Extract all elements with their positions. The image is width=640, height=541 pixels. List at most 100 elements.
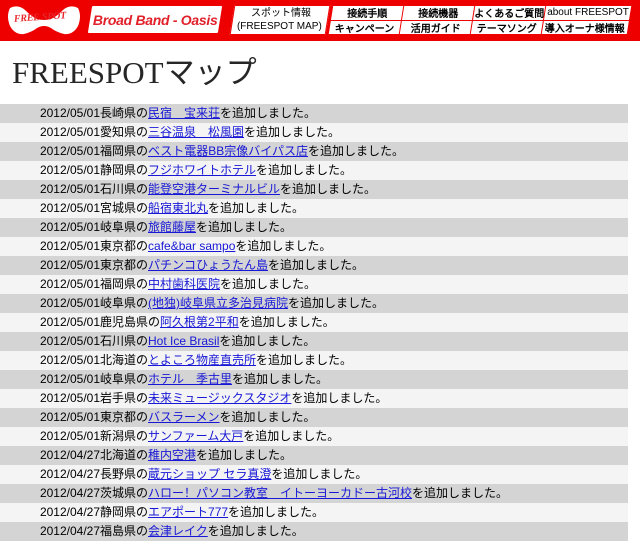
row-suffix: を追加しました。 (308, 144, 405, 158)
row-suffix: を追加しました。 (244, 125, 341, 139)
row-date: 2012/05/01 (39, 372, 100, 386)
table-row: 2012/05/01 東京都のバスラーメンを追加しました。 (0, 408, 628, 427)
broad-band-oasis-banner[interactable]: Broad Band - Oasis (85, 4, 225, 35)
row-suffix: を追加しました。 (271, 467, 368, 481)
row-prefecture: 新潟県の (100, 429, 149, 443)
row-spot-link[interactable]: 蔵元ショップ セラ真澄 (148, 467, 271, 481)
row-spot-link[interactable]: Hot Ice Brasil (148, 334, 219, 348)
row-spot-link[interactable]: 能登空港ターミナルビル (148, 182, 280, 196)
nav-label: キャンペーン (335, 23, 395, 34)
row-prefecture: 東京都の (100, 258, 149, 272)
row-spot-link[interactable]: 中村歯科医院 (148, 277, 220, 291)
row-description: 茨城県のハロー！パソコン教室 イトーヨーカドー古河校を追加しました。 (100, 484, 628, 503)
page-title: FREESPOTマップ (12, 55, 257, 90)
row-suffix: を追加しました。 (220, 106, 317, 120)
table-row: 2012/05/01 福岡県のベスト電器BB宗像バイパス店を追加しました。 (0, 142, 628, 161)
row-prefecture: 宮城県の (100, 201, 149, 215)
row-prefecture: 福岡県の (100, 277, 149, 291)
table-row: 2012/05/01 新潟県のサンファーム大戸を追加しました。 (0, 427, 628, 446)
row-spot-link[interactable]: バスラーメン (148, 410, 220, 424)
table-row: 2012/05/01 岩手県の未来ミュージックスタジオを追加しました。 (0, 389, 628, 408)
broad-band-oasis-label: Broad Band - Oasis (92, 11, 218, 28)
row-spot-link[interactable]: フジホワイトホテル (148, 163, 256, 177)
nav-item-connection-steps[interactable]: 接続手順 (331, 6, 404, 20)
row-spot-link[interactable]: ハロー！パソコン教室 イトーヨーカドー古河校 (148, 486, 412, 500)
row-spot-link[interactable]: サンファーム大戸 (148, 429, 243, 443)
row-prefecture: 福岡県の (100, 144, 149, 158)
nav-label: about FREESPOT (546, 7, 629, 19)
row-prefecture: 石川県の (100, 182, 149, 196)
row-description: 愛知県の三谷温泉 松風園を追加しました。 (100, 123, 628, 142)
header-red-rule (0, 38, 640, 41)
nav-item-faq[interactable]: よくあるご質問 (472, 6, 545, 20)
row-spot-link[interactable]: パチンコひょうたん島 (148, 258, 268, 272)
nav-label: 接続機器 (417, 9, 458, 20)
row-description: 岐阜県の旅館藤屋を追加しました。 (100, 218, 628, 237)
row-date: 2012/05/01 (39, 163, 100, 177)
row-suffix: を追加しました。 (412, 486, 509, 500)
row-suffix: を追加しました。 (207, 524, 304, 538)
primary-navigation: 接続手順 接続機器 よくあるご質問 about FREESPOT キャンペーン … (327, 5, 633, 35)
row-description: 静岡県のエアポート777を追加しました。 (100, 503, 628, 522)
freespot-logo[interactable]: FREE SPOT (2, 1, 86, 38)
row-description: 新潟県のサンファーム大戸を追加しました。 (100, 427, 628, 446)
row-spot-link[interactable]: ホテル 季古里 (148, 372, 232, 386)
site-header: FREE SPOT Broad Band - Oasis スポット情報 (FRE… (0, 0, 640, 41)
row-description: 石川県のHot Ice Brasilを追加しました。 (100, 332, 628, 351)
row-prefecture: 岐阜県の (100, 372, 149, 386)
nav-item-campaign[interactable]: キャンペーン (328, 20, 401, 34)
row-spot-link[interactable]: 阿久根第2平和 (160, 315, 239, 329)
nav-item-usage-guide[interactable]: 活用ガイド (399, 20, 472, 34)
row-date: 2012/05/01 (39, 258, 100, 272)
row-prefecture: 東京都の (100, 239, 149, 253)
row-suffix: を追加しました。 (228, 505, 325, 519)
table-row: 2012/04/27 北海道の稚内空港を追加しました。 (0, 446, 628, 465)
table-row: 2012/05/01 鹿児島県の阿久根第2平和を追加しました。 (0, 313, 628, 332)
row-date: 2012/05/01 (39, 315, 100, 329)
row-spot-link[interactable]: とよころ物産直売所 (148, 353, 256, 367)
row-suffix: を追加しました。 (256, 353, 353, 367)
row-description: 岐阜県のホテル 季古里を追加しました。 (100, 370, 628, 389)
row-prefecture: 茨城県の (100, 486, 149, 500)
table-row: 2012/05/01 東京都のcafe&bar sampoを追加しました。 (0, 237, 628, 256)
row-date: 2012/05/01 (39, 220, 100, 234)
table-row: 2012/05/01 宮城県の船宿東北丸を追加しました。 (0, 199, 628, 218)
row-spot-link[interactable]: 民宿 宝来荘 (148, 106, 220, 120)
row-spot-link[interactable]: エアポート777 (148, 505, 228, 519)
nav-item-devices[interactable]: 接続機器 (401, 6, 475, 20)
row-spot-link[interactable]: cafe&bar sampo (148, 239, 235, 253)
row-spot-link[interactable]: 船宿東北丸 (148, 201, 208, 215)
nav-item-about-freespot[interactable]: about FREESPOT (543, 6, 632, 20)
row-prefecture: 東京都の (100, 410, 149, 424)
row-spot-link[interactable]: 旅館藤屋 (148, 220, 196, 234)
row-description: 鹿児島県の阿久根第2平和を追加しました。 (100, 313, 628, 332)
nav-label: よくあるご質問 (473, 9, 544, 20)
freespot-update-list: 2012/05/01 長崎県の民宿 宝来荘を追加しました。 2012/05/01 愛知… (0, 104, 628, 541)
nav-item-owner-information[interactable]: 導入オーナ様情報 (541, 20, 629, 34)
nav-spot-information[interactable]: スポット情報 (FREESPOT MAP) (229, 5, 331, 35)
nav-item-theme-song[interactable]: テーマソング (470, 20, 543, 34)
row-prefecture: 岐阜県の (100, 296, 149, 310)
row-spot-link[interactable]: 会津レイク (148, 524, 208, 538)
row-date: 2012/04/27 (39, 467, 100, 481)
row-spot-link[interactable]: 三谷温泉 松風園 (148, 125, 244, 139)
row-date: 2012/04/27 (39, 524, 100, 538)
nav-label: 導入オーナ様情報 (545, 23, 626, 34)
row-date: 2012/04/27 (39, 448, 100, 462)
row-spot-link[interactable]: ベスト電器BB宗像バイパス店 (148, 144, 308, 158)
nav-label: 接続手順 (347, 9, 388, 20)
row-date: 2012/05/01 (39, 106, 100, 120)
spot-info-line2: (FREESPOT MAP) (236, 21, 322, 32)
row-suffix: を追加しました。 (238, 315, 335, 329)
row-date: 2012/05/01 (39, 429, 100, 443)
row-description: 北海道の稚内空港を追加しました。 (100, 446, 628, 465)
row-suffix: を追加しました。 (232, 372, 329, 386)
row-spot-link[interactable]: 未来ミュージックスタジオ (148, 391, 291, 405)
row-date: 2012/05/01 (39, 353, 100, 367)
row-suffix: を追加しました。 (196, 220, 293, 234)
row-spot-link[interactable]: (地独)岐阜県立多治見病院 (148, 296, 288, 310)
row-description: 東京都のcafe&bar sampoを追加しました。 (100, 237, 628, 256)
row-suffix: を追加しました。 (219, 334, 316, 348)
row-prefecture: 福島県の (100, 524, 149, 538)
row-spot-link[interactable]: 稚内空港 (148, 448, 196, 462)
